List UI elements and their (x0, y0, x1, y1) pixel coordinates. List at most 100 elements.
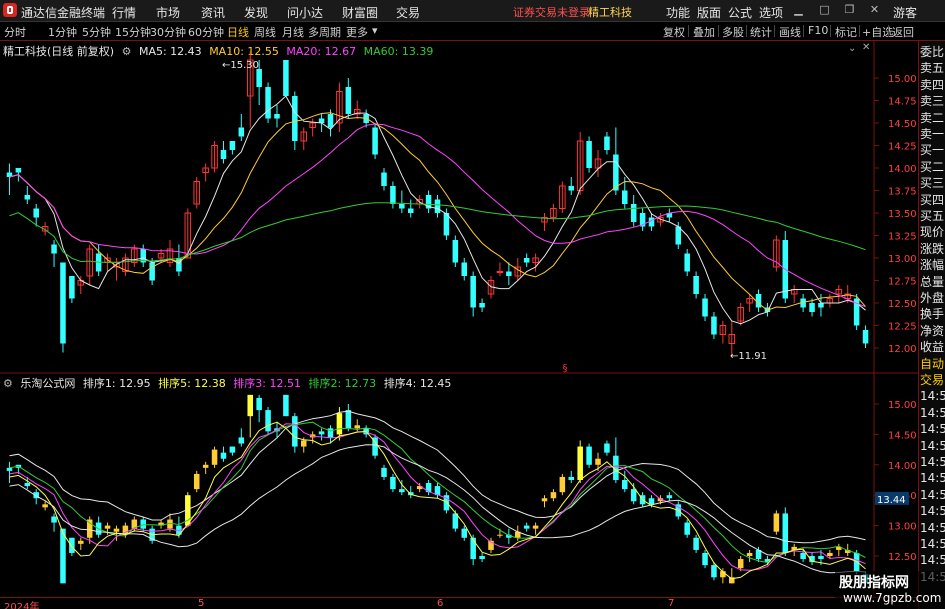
sub-candle-down (399, 489, 405, 493)
side-panel-item[interactable]: 买三 (920, 175, 945, 191)
period-30min[interactable]: 30分钟 (150, 24, 186, 40)
button-f10[interactable]: F10 (808, 24, 828, 37)
candle-body-down (15, 168, 22, 173)
button-mark[interactable]: 标记 (835, 24, 857, 40)
period-multi[interactable]: 多周期 (308, 24, 341, 40)
side-panel-item[interactable]: 涨跌 (920, 241, 945, 257)
button-draw-line[interactable]: 画线 (779, 24, 801, 40)
app-logo-icon (3, 3, 17, 17)
menu-item-market[interactable]: 市场 (156, 4, 180, 21)
sub-candle-down (604, 443, 610, 453)
side-panel-item[interactable]: 14:56 (920, 470, 945, 486)
side-panel-item[interactable]: 14:56 (920, 438, 945, 454)
side-panel-item[interactable]: 交易 (920, 372, 945, 388)
menu-item-discover[interactable]: 发现 (244, 4, 268, 21)
sub-candle-down (24, 483, 31, 487)
sub-candle-down (220, 452, 227, 459)
sub-candle-down (229, 446, 236, 453)
side-panel-item[interactable]: 卖一 (920, 126, 945, 142)
side-panel-item[interactable]: 14:56 (920, 405, 945, 421)
maximize-icon[interactable]: □ (818, 3, 831, 17)
trade-login-notice[interactable]: 证券交易未登录 (513, 4, 590, 20)
side-panel-item[interactable]: 14:56 (920, 552, 945, 568)
period-15min[interactable]: 15分钟 (115, 24, 151, 40)
close-icon[interactable]: ✕ (868, 3, 881, 17)
side-panel-item[interactable]: 14:56 (920, 503, 945, 519)
button-overlay[interactable]: 叠加 (693, 24, 715, 40)
candle-body-down (327, 114, 334, 128)
menu-item-quotes[interactable]: 行情 (112, 4, 136, 21)
candle-body-down (434, 199, 441, 213)
side-panel-item[interactable]: 14:56 (920, 388, 945, 404)
minimize-icon[interactable]: ▁ (792, 3, 805, 17)
side-panel-item[interactable]: 14:56 (920, 487, 945, 503)
candle-body-down (407, 208, 414, 213)
menu-item-wealth[interactable]: 财富圈 (342, 4, 378, 21)
button-back[interactable]: 返回 (892, 24, 914, 40)
button-adjust[interactable]: 复权 (663, 24, 685, 40)
menu-item-ask[interactable]: 问小达 (287, 4, 323, 21)
period-toolbar: 分时 1分钟 5分钟 15分钟 30分钟 60分钟 日线 周线 月线 多周期 更… (0, 22, 945, 41)
candle-body-down (470, 276, 476, 308)
sub-candle-down (381, 467, 387, 477)
side-panel-item[interactable]: 卖五 (920, 60, 945, 76)
sub-candle-down (666, 495, 673, 499)
sub-candle-down (318, 431, 325, 435)
side-panel-item[interactable]: 卖三 (920, 93, 945, 109)
menu-item-trade[interactable]: 交易 (396, 4, 420, 21)
candle-body-down (604, 136, 610, 150)
side-panel-item[interactable]: 卖四 (920, 77, 945, 93)
candle-body-down (568, 186, 575, 191)
side-panel-item[interactable]: 外盘 (920, 290, 945, 306)
side-panel-item[interactable]: 买一 (920, 142, 945, 158)
period-daily[interactable]: 日线 (227, 24, 249, 40)
period-60min[interactable]: 60分钟 (188, 24, 224, 40)
period-more[interactable]: 更多 (346, 24, 368, 40)
menu-item-function[interactable]: 功能 (666, 4, 690, 21)
current-stock-name: 精工科技 (588, 6, 632, 19)
period-monthly[interactable]: 月线 (282, 24, 304, 40)
price-axis-label: 14.00 (888, 164, 917, 175)
sub-axis-label: 14.00 (888, 461, 917, 472)
side-panel-item[interactable]: 14:56 (920, 520, 945, 536)
period-more-chevron-icon[interactable]: ▾ (372, 24, 378, 37)
menu-item-options[interactable]: 选项 (759, 4, 783, 21)
button-multi-stock[interactable]: 多股 (722, 24, 744, 40)
side-panel-item[interactable]: 14:56 (920, 454, 945, 470)
side-panel-item[interactable]: 买二 (920, 159, 945, 175)
candle-body-down (702, 298, 708, 317)
candle-body-down (586, 141, 592, 168)
period-5min[interactable]: 5分钟 (82, 24, 111, 40)
side-panel-item[interactable]: 净资 (920, 323, 945, 339)
side-panel-item[interactable]: 委比 (920, 44, 945, 60)
side-panel-item[interactable]: 换手 (920, 306, 945, 322)
restore-icon[interactable]: ❐ (843, 3, 856, 17)
side-panel-item[interactable]: 总量 (920, 274, 945, 290)
side-panel-item[interactable]: 自动 (920, 356, 945, 372)
side-panel-item[interactable]: 14:56 (920, 536, 945, 552)
side-panel-item[interactable]: 14:56 (920, 421, 945, 437)
period-1min[interactable]: 1分钟 (48, 24, 77, 40)
candle-body-down (345, 87, 352, 114)
period-weekly[interactable]: 周线 (254, 24, 276, 40)
guest-user[interactable]: 游客 (893, 4, 917, 21)
side-panel-item[interactable]: 买四 (920, 192, 945, 208)
side-panel-item[interactable]: 收益 (920, 339, 945, 355)
side-panel-item[interactable]: 买五 (920, 208, 945, 224)
watermark: 股朋指标网 www.7gpzb.com (835, 571, 945, 609)
sub-candle-down (711, 565, 717, 578)
button-statistics[interactable]: 统计 (750, 24, 772, 40)
sub-candle-down (345, 410, 352, 429)
candle-body-down (33, 208, 39, 218)
price-chart[interactable]: § 15.00 14.75 14.50 14.25 14.00 13.75 13.50 13.2… (0, 41, 918, 609)
watermark-title: 股朋指标网 (839, 575, 909, 591)
menu-item-formula[interactable]: 公式 (728, 4, 752, 21)
side-panel-item[interactable]: 卖二 (920, 110, 945, 126)
candle-body-down (390, 186, 396, 204)
sub-candle-down (390, 476, 396, 490)
period-intraday[interactable]: 分时 (4, 24, 26, 40)
menu-item-news[interactable]: 资讯 (201, 4, 225, 21)
menu-item-layout[interactable]: 版面 (697, 4, 721, 21)
side-panel-item[interactable]: 现价 (920, 224, 945, 240)
side-panel-item[interactable]: 涨幅 (920, 257, 945, 273)
